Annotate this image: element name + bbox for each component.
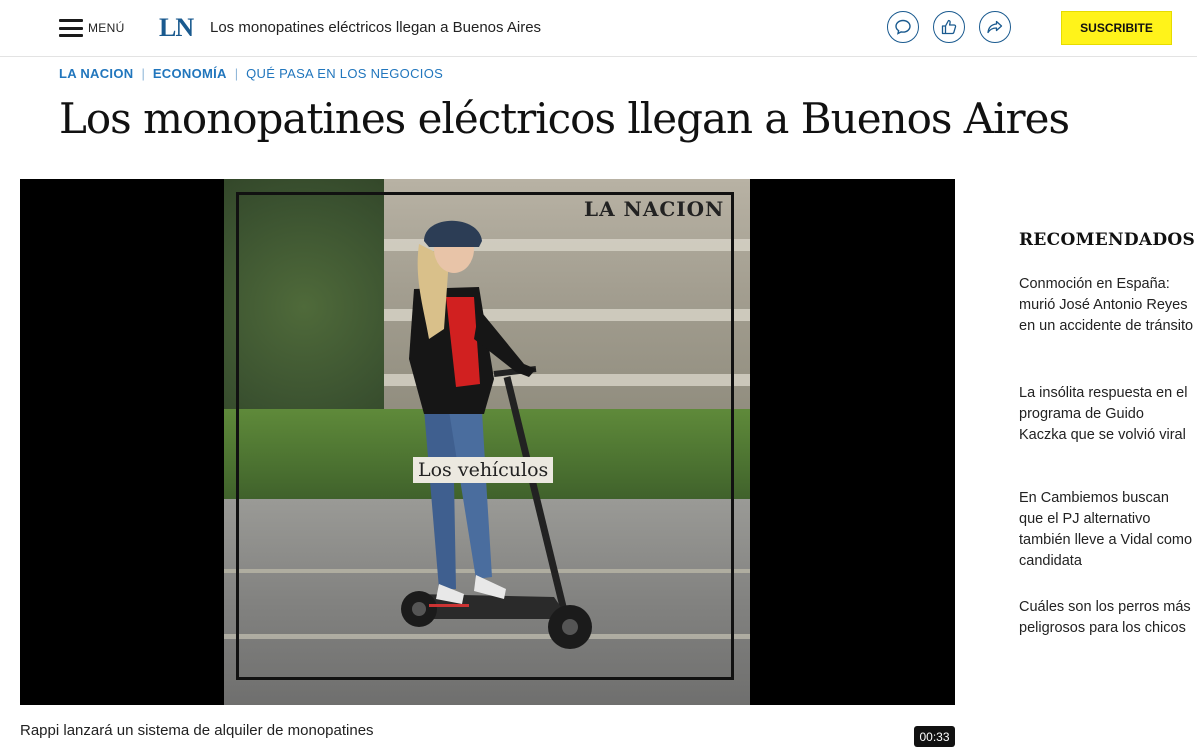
share-button[interactable] <box>979 11 1011 43</box>
recommended-item[interactable]: En Cambiemos buscan que el PJ alternativ… <box>1019 488 1194 572</box>
top-bar: MENÚ LN Los monopatines eléctricos llega… <box>0 0 1197 57</box>
breadcrumb-section[interactable]: ECONOMÍA <box>153 66 227 81</box>
recommended-title: RECOMENDADOS <box>1019 230 1196 250</box>
breadcrumb-separator: | <box>141 66 145 81</box>
menu-button[interactable]: MENÚ <box>59 17 125 39</box>
video-watermark: LA NACION <box>584 197 725 221</box>
recommended-item[interactable]: La insólita respuesta en el programa de … <box>1019 383 1194 446</box>
video-duration: 00:33 <box>914 726 955 747</box>
breadcrumb-topic[interactable]: QUÉ PASA EN LOS NEGOCIOS <box>246 66 443 81</box>
breadcrumb: LA NACION | ECONOMÍA | QUÉ PASA EN LOS N… <box>59 66 443 81</box>
recommended-item[interactable]: Conmoción en España: murió José Antonio … <box>1019 274 1194 337</box>
page-title: Los monopatines eléctricos llegan a Buen… <box>59 94 1070 143</box>
breadcrumb-home[interactable]: LA NACION <box>59 66 133 81</box>
site-logo[interactable]: LN <box>159 13 194 43</box>
hamburger-icon <box>59 19 83 37</box>
subscribe-button[interactable]: SUSCRIBITE <box>1061 11 1172 45</box>
like-button[interactable] <box>933 11 965 43</box>
recommended-item[interactable]: Cuáles son los perros más peligrosos par… <box>1019 597 1194 639</box>
topbar-article-title: Los monopatines eléctricos llegan a Buen… <box>210 19 542 36</box>
video-frame: LA NACION Los vehículos <box>224 179 750 705</box>
like-icon <box>941 19 957 35</box>
menu-label: MENÚ <box>88 21 125 35</box>
video-player[interactable]: LA NACION Los vehículos <box>20 179 955 705</box>
video-overlay-caption: Los vehículos <box>413 457 554 483</box>
share-icon <box>987 20 1003 34</box>
breadcrumb-separator: | <box>234 66 239 81</box>
video-caption: Rappi lanzará un sistema de alquiler de … <box>20 722 374 739</box>
comment-button[interactable] <box>887 11 919 43</box>
video-frame-border <box>236 192 734 680</box>
comment-icon <box>895 19 911 35</box>
